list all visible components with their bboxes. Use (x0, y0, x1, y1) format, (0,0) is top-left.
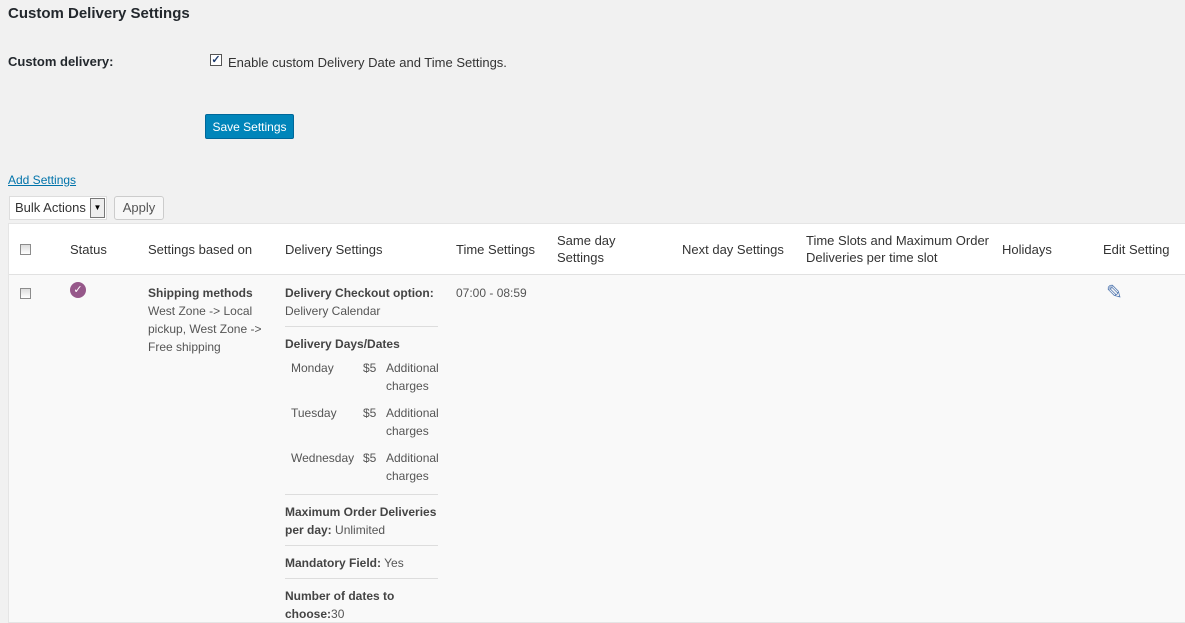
col-edit-setting: Edit Setting (1103, 241, 1170, 257)
delivery-day-price: $5 (363, 406, 377, 420)
col-status: Status (70, 241, 107, 257)
page-title: Custom Delivery Settings (8, 5, 190, 22)
enable-custom-delivery-checkbox[interactable]: ✓ (210, 54, 222, 66)
settings-based-on-title: Shipping methods (148, 286, 253, 300)
delivery-settings-cell: Delivery Checkout option: Delivery Calend… (285, 284, 445, 623)
checkout-option-value: Delivery Calendar (285, 304, 381, 318)
delivery-day-note: Additional charges (386, 406, 439, 438)
mandatory-label: Mandatory Field: (285, 556, 382, 570)
delivery-day-day: Wednesday (291, 451, 355, 465)
divider (285, 494, 438, 495)
status-enabled-icon: ✓ (70, 282, 86, 298)
col-holidays: Holidays (1002, 241, 1052, 257)
bulk-actions-select[interactable]: Bulk Actions ▼ (9, 196, 107, 220)
chevron-down-icon: ▼ (90, 198, 105, 218)
checkout-option-label: Delivery Checkout option: (285, 286, 434, 300)
mandatory-value: Yes (381, 556, 404, 570)
edit-pencil-icon[interactable]: ✎ (1106, 283, 1123, 303)
col-time-slots: Time Slots and Maximum Order Deliveries … (806, 233, 990, 265)
time-settings-value: 07:00 - 08:59 (456, 286, 527, 300)
delivery-days-title: Delivery Days/Dates (285, 337, 400, 351)
save-settings-button[interactable]: Save Settings (205, 114, 294, 139)
delivery-day-row: Wednesday $5 Additional charges (291, 449, 445, 485)
delivery-day-note: Additional charges (386, 361, 439, 393)
delivery-day-row: Tuesday $5 Additional charges (291, 404, 445, 440)
divider (285, 578, 438, 579)
table-header: Status Settings based on Delivery Settin… (9, 224, 1185, 275)
col-same-day-settings: Same day Settings (557, 233, 616, 265)
delivery-day-day: Tuesday (291, 406, 337, 420)
divider (285, 545, 438, 546)
row-checkbox[interactable] (20, 288, 31, 299)
delivery-day-row: Monday $5 Additional charges (291, 359, 445, 395)
select-all-checkbox[interactable] (20, 243, 31, 255)
enable-custom-delivery-label: Enable custom Delivery Date and Time Set… (228, 55, 507, 70)
divider (285, 326, 438, 327)
add-settings-link[interactable]: Add Settings (8, 173, 76, 187)
settings-table: Status Settings based on Delivery Settin… (8, 223, 1185, 623)
custom-delivery-label: Custom delivery: (8, 54, 114, 69)
delivery-day-price: $5 (363, 451, 377, 465)
delivery-day-note: Additional charges (386, 451, 439, 483)
col-time-settings: Time Settings (456, 241, 535, 257)
col-delivery-settings: Delivery Settings (285, 241, 383, 257)
delivery-day-day: Monday (291, 361, 334, 375)
delivery-day-price: $5 (363, 361, 377, 375)
apply-button[interactable]: Apply (114, 196, 164, 220)
col-settings-based-on: Settings based on (148, 241, 253, 257)
col-next-day-settings: Next day Settings (682, 241, 784, 257)
bulk-actions-value: Bulk Actions (15, 200, 86, 215)
dates-value: 30 (331, 607, 345, 621)
max-deliveries-value: Unlimited (331, 523, 386, 537)
settings-based-on-value: West Zone -> Local pickup, West Zone -> … (148, 304, 262, 354)
